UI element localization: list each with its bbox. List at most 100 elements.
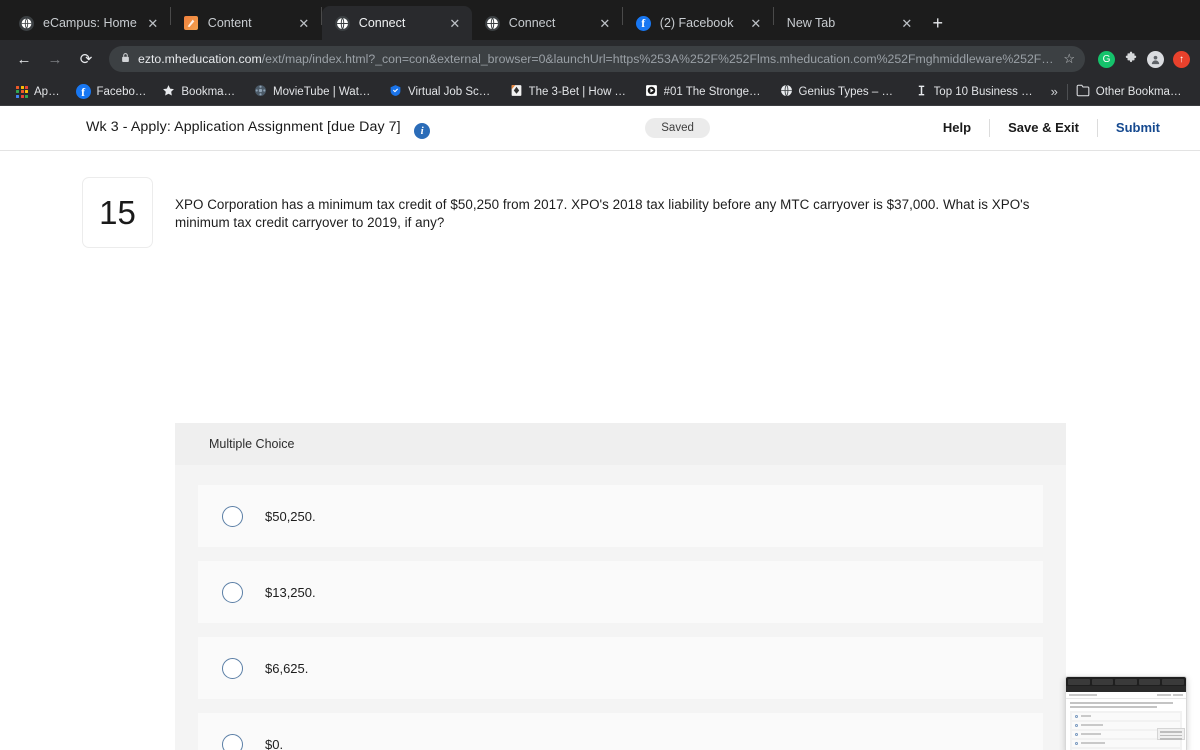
grammarly-icon[interactable]: G [1098,50,1115,68]
bookmark-star-icon[interactable]: ☆ [1063,51,1075,67]
choice-label: $50,250. [265,508,316,524]
shield-icon [389,84,402,100]
answer-type-label: Multiple Choice [175,423,1066,465]
bookmark-label: The 3-Bet | How T… [528,85,629,98]
bookmark-label: Facebook [96,85,147,98]
question-number: 15 [82,177,153,248]
question-row: 15 XPO Corporation has a minimum tax cre… [0,151,1200,248]
radio-button-icon[interactable] [222,733,243,750]
preview-scroll-overlay [1157,728,1185,740]
bookmark-label: Bookmarks [181,85,239,98]
close-icon[interactable]: ✕ [448,17,462,30]
submit-button[interactable]: Submit [1098,118,1178,138]
url-path: /ext/map/index.html?_con=con&external_br… [261,52,1056,66]
bookmark-the-3-bet[interactable]: The 3-Bet | How T… [502,81,637,103]
status-badge: Saved [645,118,710,138]
close-icon[interactable]: ✕ [297,17,311,30]
radio-button-icon[interactable] [222,657,243,679]
info-icon[interactable]: i [414,122,431,139]
reload-icon[interactable]: ⟳ [72,45,100,73]
apps-grid-icon [16,85,28,98]
assignment-header: Wk 3 - Apply: Application Assignment [du… [0,106,1200,151]
content-icon [183,15,199,31]
browser-tab-connect-active[interactable]: Connect ✕ [321,6,472,40]
preview-body [1066,699,1186,750]
tab-title: (2) Facebook [659,16,734,30]
new-tab-button[interactable]: + [924,6,952,40]
answer-panel: Multiple Choice $50,250. $13,250. $6,625… [175,423,1066,750]
choice-option-1[interactable]: $50,250. [198,485,1043,547]
question-content: 15 XPO Corporation has a minimum tax cre… [0,151,1200,750]
profile-avatar-icon[interactable] [1147,50,1164,68]
facebook-icon: f [635,15,651,31]
browser-chrome: eCampus: Home ✕ Content ✕ Connect ✕ Conn… [0,0,1200,106]
tab-title: eCampus: Home [43,16,137,30]
play-box-icon [645,84,658,100]
tab-title: New Tab [786,16,836,30]
upload-icon[interactable]: ↑ [1173,50,1190,68]
other-bookmarks-folder[interactable]: Other Bookmarks [1068,81,1192,103]
choice-label: $13,250. [265,584,316,600]
preview-header [1066,692,1186,699]
globe-icon [484,15,500,31]
choice-label: $6,625. [265,660,309,676]
choice-option-4[interactable]: $0. [198,713,1043,750]
choice-option-3[interactable]: $6,625. [198,637,1043,699]
star-icon [162,84,175,100]
poker-icon [510,84,523,100]
preview-tabstrip [1066,677,1186,686]
choice-label: $0. [265,736,284,750]
close-icon[interactable]: ✕ [598,17,612,30]
browser-tab-connect-2[interactable]: Connect ✕ [472,6,622,40]
bookmark-01-the-strongest[interactable]: #01 The Strongest… [637,81,772,103]
bookmarks-overflow-icon[interactable]: » [1042,84,1067,99]
choice-option-2[interactable]: $13,250. [198,561,1043,623]
browser-toolbar: ← → ⟳ ezto.mheducation.com/ext/map/index… [0,40,1200,78]
help-button[interactable]: Help [925,118,989,138]
browser-tab-content[interactable]: Content ✕ [171,6,321,40]
address-bar[interactable]: ezto.mheducation.com/ext/map/index.html?… [109,46,1085,72]
bookmark-facebook[interactable]: f Facebook [68,81,155,103]
bookmark-apps[interactable]: Apps [8,81,68,103]
extension-icons: G ↑ [1096,50,1190,68]
bookmark-top-10-business[interactable]: Top 10 Business P… [907,81,1042,103]
radio-button-icon[interactable] [222,505,243,527]
bookmark-label: MovieTube | Watc… [273,85,374,98]
page-preview-thumbnail[interactable] [1065,676,1187,750]
browser-tab-facebook[interactable]: f (2) Facebook ✕ [623,6,773,40]
facebook-icon: f [75,84,91,99]
bookmark-genius-types[interactable]: Genius Types – Bu… [772,81,907,103]
tab-title: Connect [358,16,406,30]
text-cursor-icon [915,84,928,100]
lock-icon [121,52,130,66]
other-bookmarks-label: Other Bookmarks [1095,85,1184,98]
bookmarks-bar: Apps f Facebook Bookmarks MovieTube | Wa… [0,78,1200,106]
puzzle-extensions-icon[interactable] [1124,51,1138,68]
tab-strip: eCampus: Home ✕ Content ✕ Connect ✕ Conn… [0,0,1200,40]
globe-icon [780,84,793,100]
back-icon[interactable]: ← [10,45,38,73]
tab-title: Content [207,16,252,30]
tab-title: Connect [508,16,556,30]
save-and-exit-button[interactable]: Save & Exit [990,118,1097,138]
bookmark-label: Apps [34,85,60,98]
close-icon[interactable]: ✕ [749,17,763,30]
globe-icon [19,15,34,31]
close-icon[interactable]: ✕ [900,17,914,30]
question-text: XPO Corporation has a minimum tax credit… [175,197,1030,230]
bookmark-label: Virtual Job Scout [408,85,494,98]
browser-tab-ecampus-home[interactable]: eCampus: Home ✕ [6,6,170,40]
forward-icon[interactable]: → [41,45,69,73]
radio-button-icon[interactable] [222,581,243,603]
page-title: Wk 3 - Apply: Application Assignment [du… [86,118,431,139]
bookmark-movietube[interactable]: MovieTube | Watc… [246,81,381,103]
url-domain: ezto.mheducation.com [138,52,262,66]
globe-icon [334,15,350,31]
bookmark-bookmarks[interactable]: Bookmarks [154,81,246,103]
bookmark-virtual-job-scout[interactable]: Virtual Job Scout [381,81,502,103]
close-icon[interactable]: ✕ [146,17,160,30]
bookmark-label: Genius Types – Bu… [798,85,899,98]
bookmark-label: Top 10 Business P… [933,85,1034,98]
bookmark-label: #01 The Strongest… [663,85,764,98]
browser-tab-new-tab[interactable]: New Tab ✕ [774,6,924,40]
